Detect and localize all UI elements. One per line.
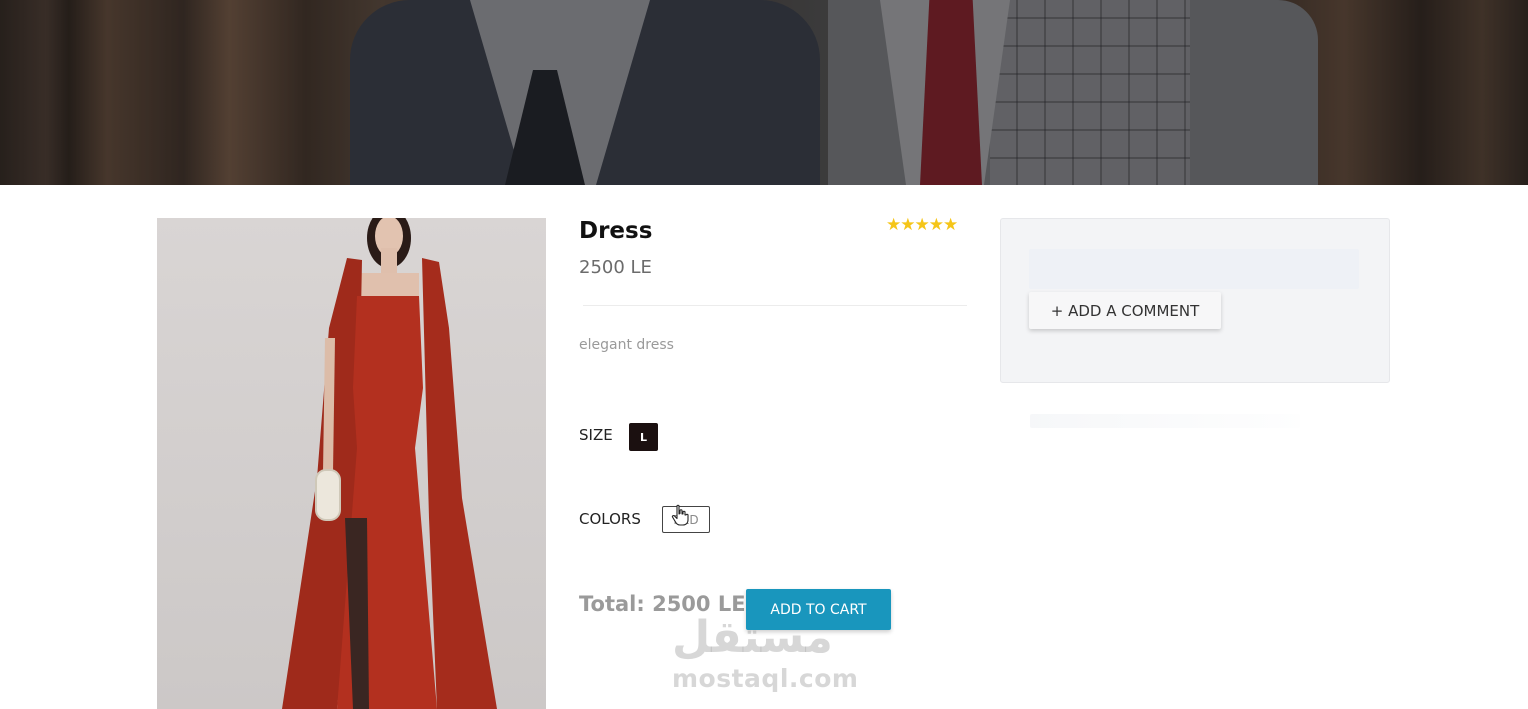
product-price: 2500 LE xyxy=(579,257,652,278)
size-label: SIZE xyxy=(579,426,613,444)
comments-panel: + ADD A COMMENT xyxy=(1000,218,1390,383)
product-description: elegant dress xyxy=(579,337,674,353)
product-page: Dress ★★★★★ 2500 LE elegant dress SIZE L… xyxy=(0,0,1528,709)
watermark-text: mostaql.com xyxy=(672,664,859,693)
add-comment-button[interactable]: + ADD A COMMENT xyxy=(1029,292,1221,329)
hero-banner xyxy=(0,0,1528,185)
clutch-bag xyxy=(315,469,341,521)
watermark-logo: مستقل xyxy=(672,612,833,663)
model-chest xyxy=(357,273,419,298)
dress-illustration xyxy=(282,218,497,709)
hero-overlay xyxy=(0,0,1528,185)
rating-stars-icon: ★★★★★ xyxy=(886,215,958,235)
details-divider xyxy=(583,305,967,306)
hand-pointer-icon xyxy=(671,504,689,526)
size-option-l[interactable]: L xyxy=(629,423,658,451)
colors-label: COLORS xyxy=(579,510,641,528)
comment-input[interactable] xyxy=(1029,249,1359,289)
product-image xyxy=(157,218,546,709)
product-title: Dress xyxy=(579,218,653,244)
comment-placeholder-line xyxy=(1030,414,1300,428)
model-arm xyxy=(323,338,335,473)
dress-cape-right xyxy=(422,258,497,709)
